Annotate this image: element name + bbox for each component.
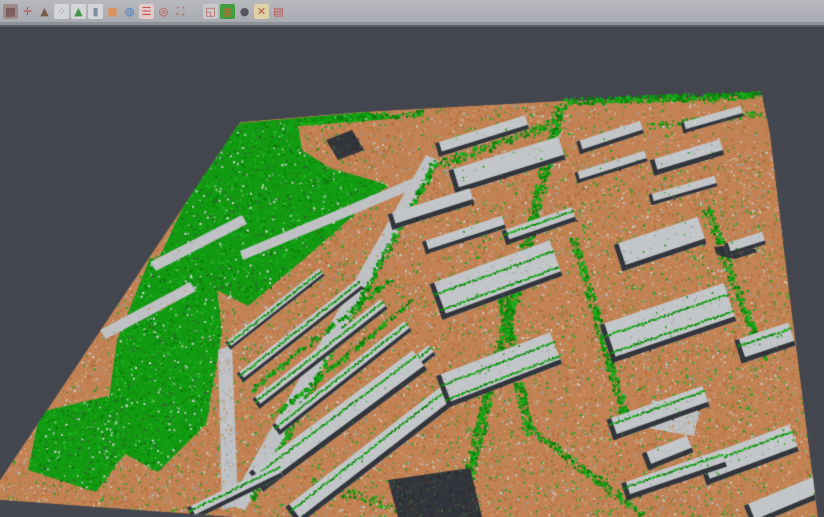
red-band-tool-icon[interactable]: ▤: [271, 4, 286, 19]
column-ruler-tool-icon[interactable]: ▮: [88, 4, 103, 19]
point-sample-tool-icon[interactable]: ⁘: [54, 4, 69, 19]
dark-texture-tool-icon[interactable]: ▩: [3, 4, 18, 19]
terrain-hill-tool-icon[interactable]: ▲: [71, 4, 86, 19]
classification-tool-icon[interactable]: ▦: [220, 4, 235, 19]
clip-region-tool-icon[interactable]: ◱: [203, 4, 218, 19]
sphere-tool-icon[interactable]: ●: [237, 4, 252, 19]
globe-tool-icon[interactable]: ◍: [122, 4, 137, 19]
3d-viewport[interactable]: [0, 27, 824, 517]
point-cloud-canvas[interactable]: [0, 27, 824, 517]
move-crosshair-tool-icon[interactable]: ✛: [20, 4, 35, 19]
main-toolbar: ▩✛▲⁘▲▮■◍☰◎⛶◱▦●✕▤: [0, 0, 824, 22]
mountain-tool-icon[interactable]: ▲: [37, 4, 52, 19]
extent-bracket-tool-icon[interactable]: ⛶: [173, 4, 188, 19]
layer-lines-tool-icon[interactable]: ☰: [139, 4, 154, 19]
flag-cross-tool-icon[interactable]: ✕: [254, 4, 269, 19]
target-circle-tool-icon[interactable]: ◎: [156, 4, 171, 19]
ortho-square-tool-icon[interactable]: ■: [105, 4, 120, 19]
